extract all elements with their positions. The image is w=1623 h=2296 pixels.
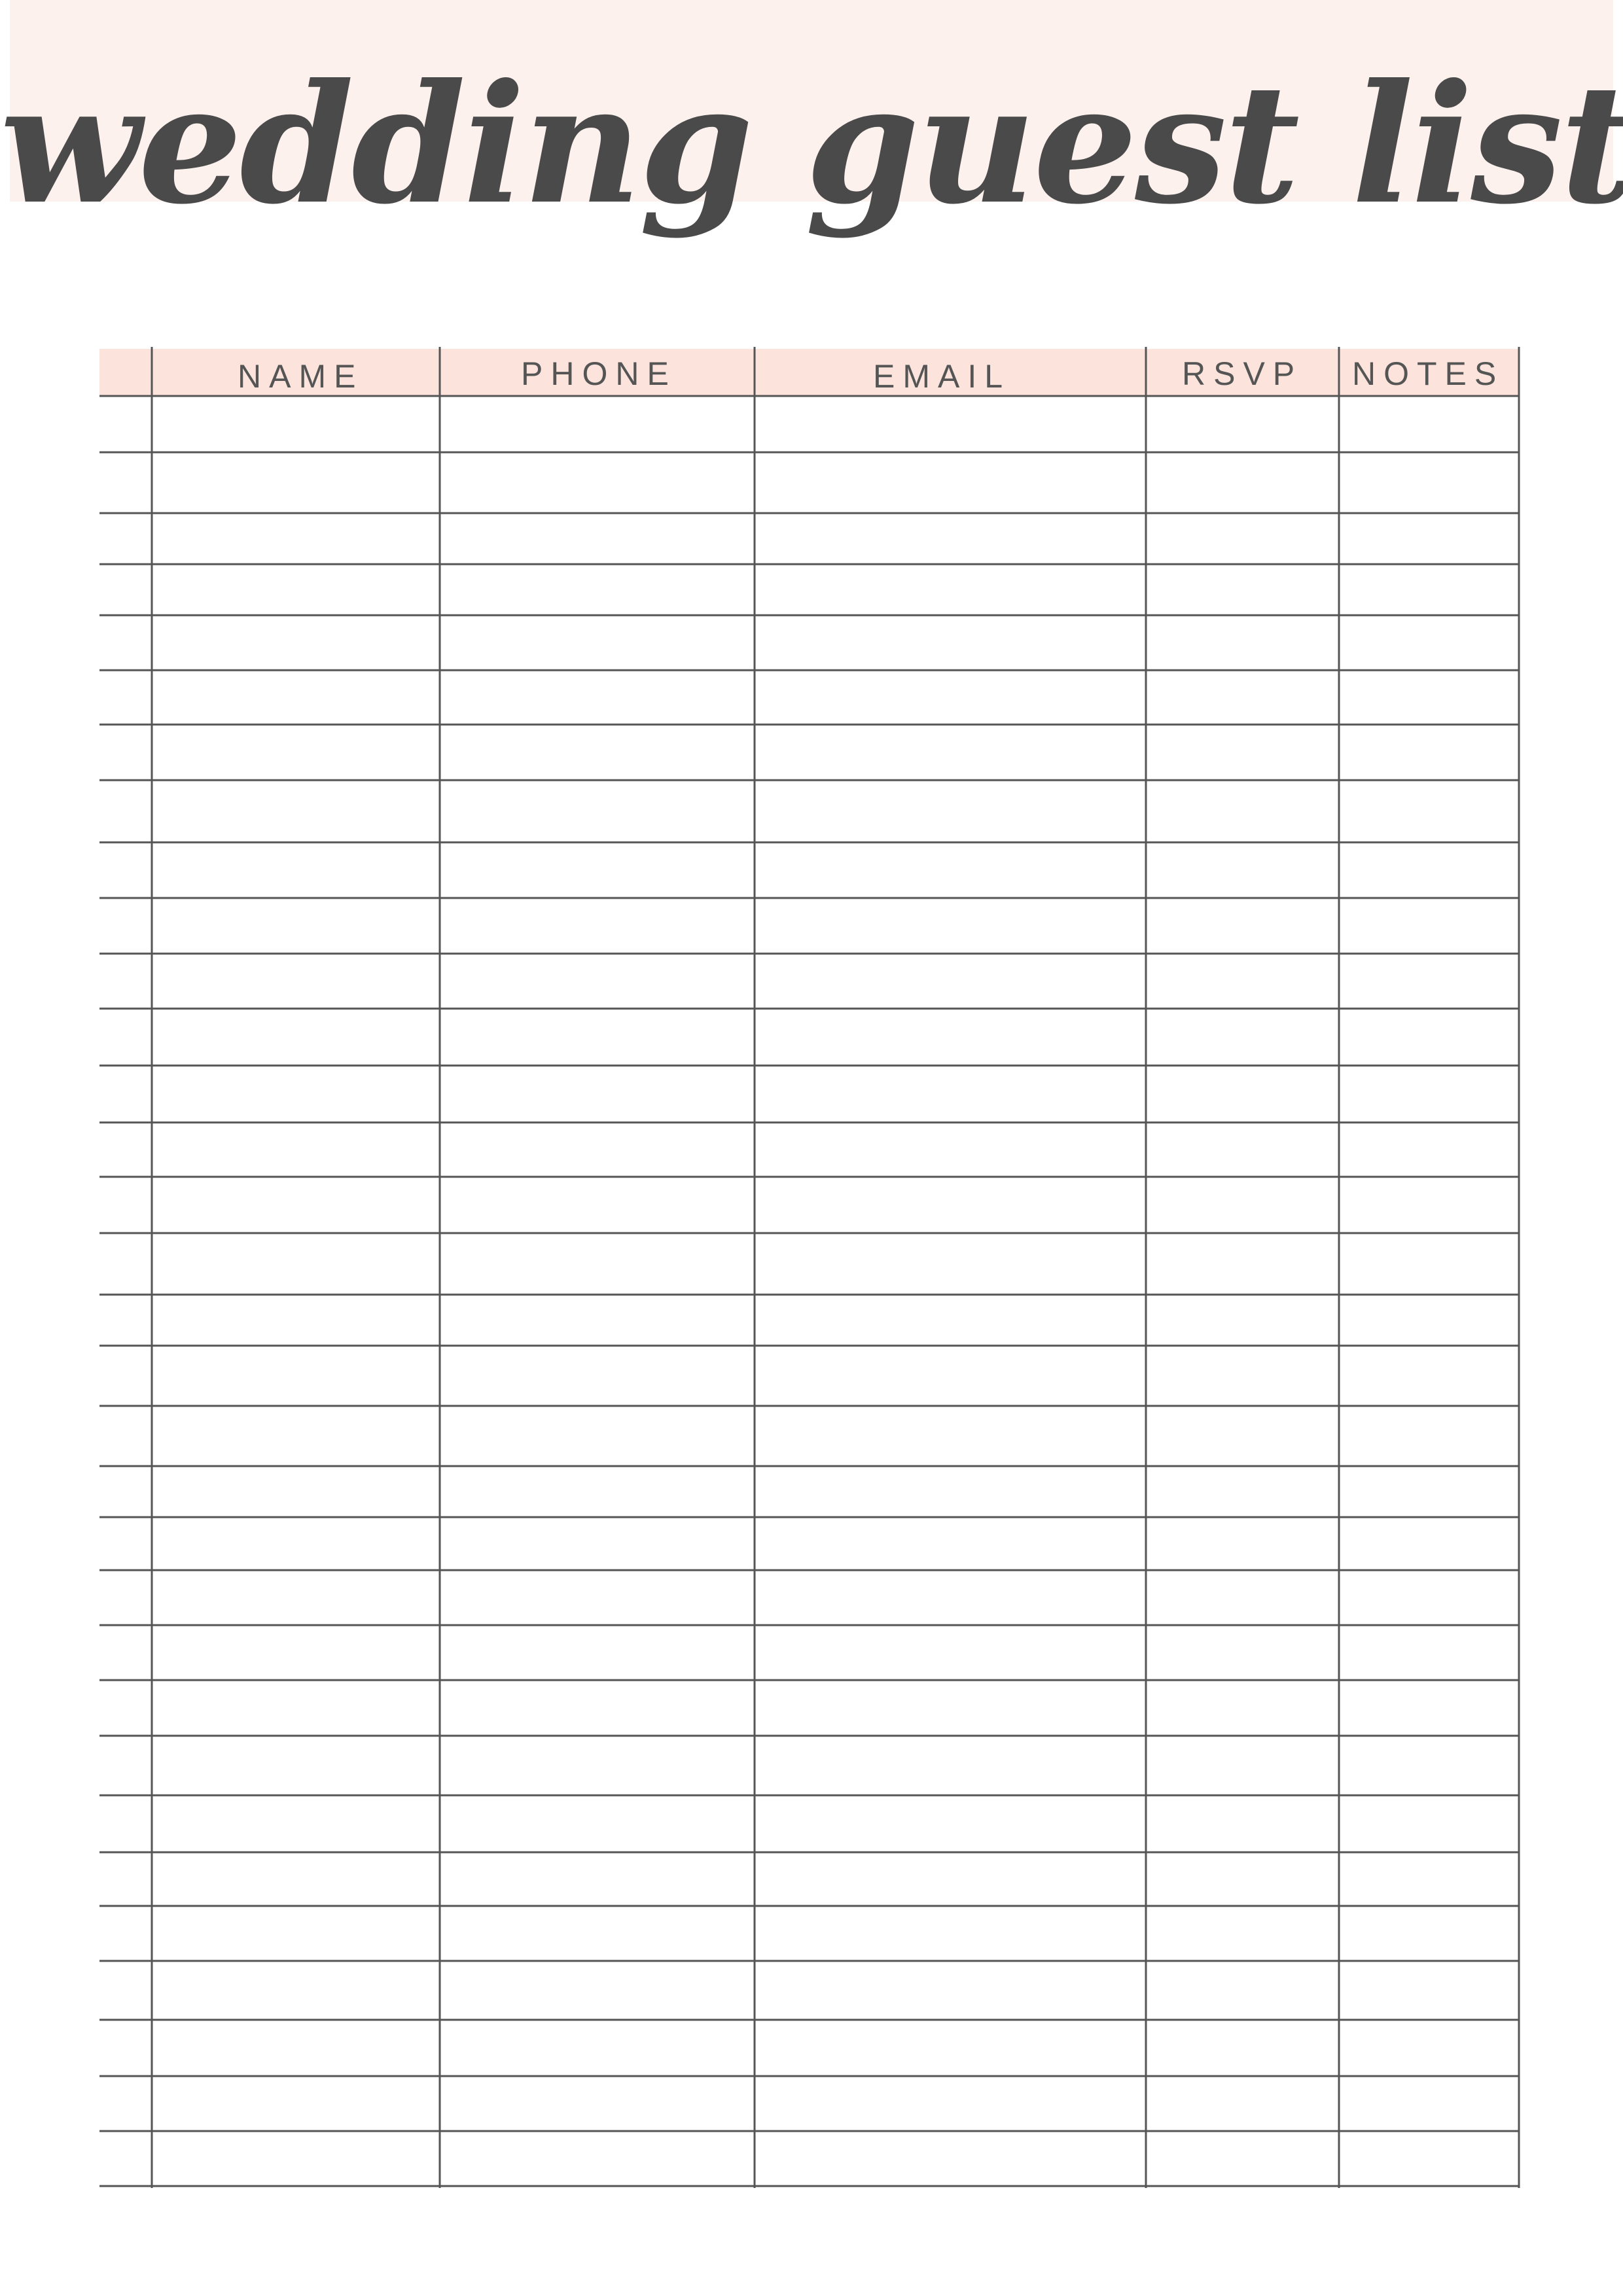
column-lines (151, 347, 1520, 2188)
column-header-name: NAME (238, 358, 364, 395)
column-header-rsvp: RSVP (1182, 355, 1303, 392)
column-header-phone: PHONE (521, 355, 677, 392)
column-header-notes: NOTES (1352, 355, 1505, 392)
column-header-email: EMAIL (873, 358, 1011, 395)
guest-table (99, 347, 1520, 2188)
row-lines (99, 395, 1519, 2187)
